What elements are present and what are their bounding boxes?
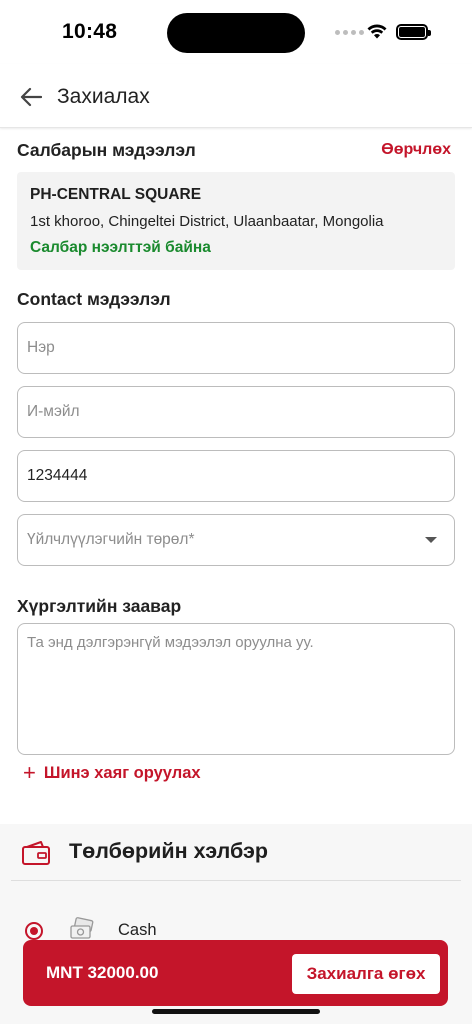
branch-address: 1st khoroo, Chingeltei District, Ulaanba… [30, 213, 384, 230]
customer-type-select[interactable]: Үйлчлүүлэгчийн төрөл* [17, 514, 455, 566]
cellular-signal-icon [335, 30, 364, 35]
radio-selected-icon[interactable] [25, 922, 43, 940]
status-time: 10:48 [62, 20, 118, 43]
dynamic-island [167, 13, 305, 53]
chevron-down-icon [425, 537, 437, 543]
delivery-instructions-field[interactable] [17, 623, 455, 755]
add-address-label: Шинэ хаяг оруулах [43, 763, 201, 782]
branch-card: PH-CENTRAL SQUARE 1st khoroo, Chingeltei… [17, 172, 455, 270]
payment-header: Төлбөрийн хэлбэр [11, 824, 461, 881]
payment-option-label: Cash [118, 921, 157, 939]
back-button[interactable] [18, 84, 44, 110]
customer-type-placeholder: Үйлчлүүлэгчийн төрөл* [27, 531, 195, 548]
name-input[interactable] [27, 339, 445, 357]
delivery-instructions-input[interactable] [18, 624, 454, 754]
add-address-button[interactable]: + Шинэ хаяг оруулах [23, 762, 201, 784]
wifi-icon [367, 24, 387, 39]
phone-field[interactable] [17, 450, 455, 502]
nav-header: Захиалах [0, 64, 472, 128]
order-total: MNT 32000.00 [46, 963, 159, 982]
change-branch-button[interactable]: Өөрчлөх [381, 141, 451, 159]
checkout-bar: MNT 32000.00 Захиалга өгөх [23, 940, 448, 1006]
back-arrow-icon [20, 87, 42, 107]
email-input[interactable] [27, 403, 445, 421]
name-field[interactable] [17, 322, 455, 374]
branch-status: Салбар нээлттэй байна [30, 239, 211, 256]
status-bar: 10:48 [0, 0, 472, 64]
page-title: Захиалах [57, 85, 150, 108]
plus-icon: + [23, 760, 36, 785]
branch-section-title: Салбарын мэдээлэл [17, 140, 196, 160]
card-icon [22, 841, 50, 865]
email-field[interactable] [17, 386, 455, 438]
cash-icon [70, 917, 94, 939]
place-order-button[interactable]: Захиалга өгөх [292, 954, 440, 994]
payment-section-title: Төлбөрийн хэлбэр [69, 839, 268, 863]
contact-section-title: Contact мэдээлэл [17, 289, 171, 309]
battery-icon [396, 24, 431, 40]
delivery-section-title: Хүргэлтийн заавар [17, 596, 182, 616]
phone-input[interactable] [27, 467, 445, 485]
home-indicator [152, 1009, 320, 1014]
branch-name: PH-CENTRAL SQUARE [30, 186, 202, 203]
